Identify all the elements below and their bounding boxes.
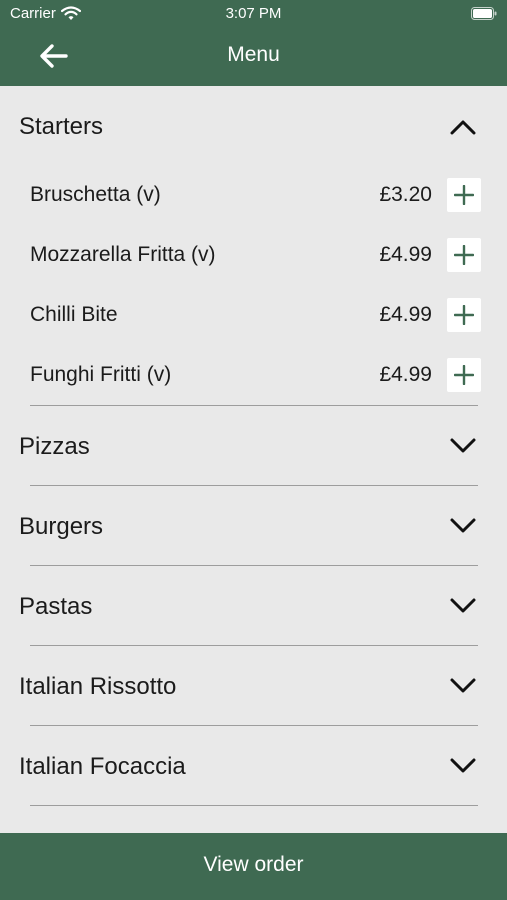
chevron-up-icon xyxy=(449,118,477,136)
menu-item: Chilli Bite £4.99 xyxy=(0,286,507,346)
view-order-label: View order xyxy=(203,853,304,876)
page-title: Menu xyxy=(227,43,280,66)
section-title: Italian Focaccia xyxy=(19,753,186,780)
item-price: £4.99 xyxy=(379,363,432,386)
chevron-down-icon xyxy=(449,597,477,615)
section-header-pizzas[interactable]: Pizzas xyxy=(0,406,507,486)
section-title: Burgers xyxy=(19,513,104,540)
add-item-button[interactable] xyxy=(447,238,481,272)
item-price: £4.99 xyxy=(379,303,432,326)
section-header-burgers[interactable]: Burgers xyxy=(0,486,507,566)
add-item-button[interactable] xyxy=(447,358,481,392)
view-order-button[interactable]: View order xyxy=(0,833,507,900)
section-header-pastas[interactable]: Pastas xyxy=(0,566,507,646)
section-header-italian-focaccia[interactable]: Italian Focaccia xyxy=(0,726,507,806)
plus-icon xyxy=(454,185,474,205)
menu-item: Mozzarella Fritta (v) £4.99 xyxy=(0,226,507,286)
item-price: £3.20 xyxy=(379,183,432,206)
section-title: Pastas xyxy=(19,593,93,620)
status-time: 3:07 PM xyxy=(225,5,282,22)
add-item-button[interactable] xyxy=(447,178,481,212)
item-name: Funghi Fritti (v) xyxy=(30,363,172,386)
menu-list: Starters Bruschetta (v) £3.20 Mozzarella… xyxy=(0,86,507,833)
section-title: Pizzas xyxy=(19,433,90,460)
chevron-down-icon xyxy=(449,437,477,455)
item-name: Mozzarella Fritta (v) xyxy=(30,243,216,266)
item-name: Bruschetta (v) xyxy=(30,183,161,206)
plus-icon xyxy=(454,305,474,325)
item-price: £4.99 xyxy=(379,243,432,266)
section-header-starters[interactable]: Starters xyxy=(0,86,507,166)
plus-icon xyxy=(454,365,474,385)
status-bar: Carrier 3:07 PM xyxy=(0,0,507,28)
menu-item: Funghi Fritti (v) £4.99 xyxy=(0,346,507,406)
add-item-button[interactable] xyxy=(447,298,481,332)
chevron-down-icon xyxy=(449,517,477,535)
plus-icon xyxy=(454,245,474,265)
section-title: Italian Rissotto xyxy=(19,673,177,700)
section-header-italian-rissotto[interactable]: Italian Rissotto xyxy=(0,646,507,726)
item-name: Chilli Bite xyxy=(30,303,118,326)
menu-item: Bruschetta (v) £3.20 xyxy=(0,166,507,226)
divider xyxy=(30,805,478,806)
section-title: Starters xyxy=(19,113,104,140)
navigation-bar: Carrier 3:07 PM Menu xyxy=(0,0,507,86)
battery-icon xyxy=(471,7,497,20)
chevron-down-icon xyxy=(449,757,477,775)
chevron-down-icon xyxy=(449,677,477,695)
